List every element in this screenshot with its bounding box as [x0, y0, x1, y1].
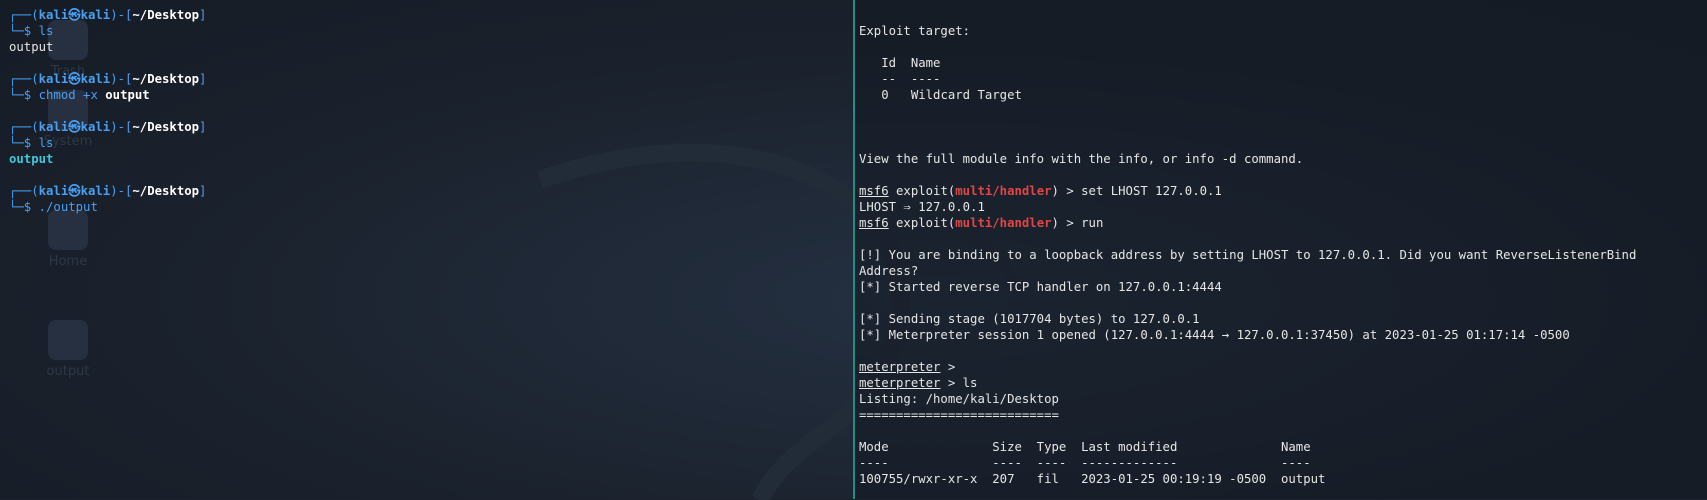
target-table-rule: -- ----	[881, 72, 941, 86]
command-line: └─$ ls	[9, 24, 54, 38]
prompt-line: ┌──(kali㉿kali)-[~/Desktop]	[9, 8, 207, 22]
lhost-output: LHOST ⇒ 127.0.0.1	[859, 200, 985, 214]
handler-started-line: [*] Started reverse TCP handler on 127.0…	[859, 280, 1222, 294]
listing-table-row: 100755/rwxr-xr-x 207 fil 2023-01-25 00:1…	[859, 472, 1326, 486]
listing-table-header: Mode Size Type Last modified Name	[859, 440, 1311, 454]
command-line: └─$ ls	[9, 136, 54, 150]
warning-line-cont: Address?	[859, 264, 919, 278]
listing-table-rule: ---- ---- ---- ------------- ----	[859, 456, 1311, 470]
msf-command-run: msf6 exploit(multi/handler) > run	[859, 216, 1104, 230]
command-output-executable: output	[9, 152, 54, 166]
command-output: output	[9, 40, 54, 54]
listing-rule: ===========================	[859, 408, 1059, 422]
command-line: └─$ chmod +x output	[9, 88, 150, 102]
info-line: View the full module info with the info,…	[859, 152, 1304, 166]
right-terminal[interactable]: Exploit target: Id Name -- ---- 0 Wildca…	[853, 0, 1707, 499]
left-terminal[interactable]: ┌──(kali㉿kali)-[~/Desktop] └─$ ls output…	[0, 0, 852, 499]
prompt-line: ┌──(kali㉿kali)-[~/Desktop]	[9, 184, 207, 198]
msf-command-set: msf6 exploit(multi/handler) > set LHOST …	[859, 184, 1222, 198]
target-table-row: 0 Wildcard Target	[881, 88, 1022, 102]
session-opened-line: [*] Meterpreter session 1 opened (127.0.…	[859, 328, 1570, 342]
prompt-line: ┌──(kali㉿kali)-[~/Desktop]	[9, 72, 207, 86]
listing-line: Listing: /home/kali/Desktop	[859, 392, 1059, 406]
exploit-target-heading: Exploit target:	[859, 24, 971, 38]
prompt-line: ┌──(kali㉿kali)-[~/Desktop]	[9, 120, 207, 134]
command-line: └─$ ./output	[9, 200, 98, 214]
meterpreter-command-ls: meterpreter > ls	[859, 376, 978, 390]
sending-stage-line: [*] Sending stage (1017704 bytes) to 127…	[859, 312, 1200, 326]
target-table-header: Id Name	[881, 56, 941, 70]
meterpreter-prompt: meterpreter >	[859, 360, 963, 374]
warning-line: [!] You are binding to a loopback addres…	[859, 248, 1637, 262]
